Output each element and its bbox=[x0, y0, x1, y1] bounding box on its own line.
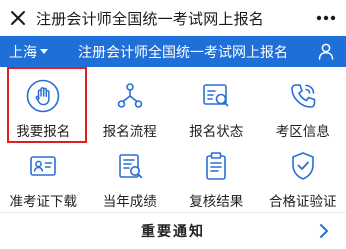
phone-icon bbox=[285, 78, 321, 113]
id-card-icon bbox=[25, 148, 61, 183]
scores-icon bbox=[112, 148, 148, 183]
menu-item-process[interactable]: 报名流程 bbox=[87, 70, 174, 140]
menu-item-label: 报名流程 bbox=[102, 124, 157, 140]
location-label: 上海 bbox=[9, 44, 37, 61]
menu-item-label: 我要报名 bbox=[16, 124, 71, 140]
page-header: 上海 注册会计师全国统一考试网上报名 bbox=[0, 36, 346, 67]
location-selector[interactable]: 上海 bbox=[0, 42, 66, 62]
shield-check-icon bbox=[285, 148, 321, 183]
close-icon bbox=[11, 11, 25, 25]
service-menu: 我要报名 报名流程 报名状态 考区信息 准考证下载 当年成绩 复核结果 合格证验… bbox=[0, 67, 346, 210]
caret-down-icon bbox=[40, 49, 48, 54]
more-button[interactable] bbox=[306, 0, 346, 36]
notice-header[interactable]: 重要通知 bbox=[0, 213, 346, 249]
user-icon bbox=[318, 43, 334, 60]
menu-item-scores[interactable]: 当年成绩 bbox=[87, 140, 174, 210]
user-button[interactable] bbox=[306, 36, 346, 67]
window-title: 注册会计师全国统一考试网上报名 bbox=[36, 9, 265, 28]
clipboard-icon bbox=[198, 148, 234, 183]
menu-item-label: 报名状态 bbox=[189, 124, 244, 140]
hand-icon bbox=[25, 78, 61, 113]
more-icon bbox=[316, 15, 336, 21]
menu-item-area-info[interactable]: 考区信息 bbox=[260, 70, 346, 140]
close-button[interactable] bbox=[0, 0, 36, 36]
menu-item-label: 当年成绩 bbox=[102, 194, 157, 210]
notice-title: 重要通知 bbox=[141, 224, 205, 240]
menu-item-label: 准考证下载 bbox=[9, 194, 78, 210]
menu-item-label: 考区信息 bbox=[275, 124, 330, 140]
header-title: 注册会计师全国统一考试网上报名 bbox=[78, 44, 288, 61]
menu-item-certificate-verify[interactable]: 合格证验证 bbox=[260, 140, 346, 210]
status-card-icon bbox=[198, 78, 234, 113]
menu-item-label: 复核结果 bbox=[189, 194, 244, 210]
menu-item-status[interactable]: 报名状态 bbox=[173, 70, 260, 140]
menu-item-apply[interactable]: 我要报名 bbox=[0, 67, 87, 143]
app-titlebar: 注册会计师全国统一考试网上报名 bbox=[0, 0, 346, 36]
menu-item-admission-ticket[interactable]: 准考证下载 bbox=[0, 140, 87, 210]
chevron-right-icon bbox=[316, 221, 332, 241]
menu-item-review-results[interactable]: 复核结果 bbox=[173, 140, 260, 210]
flow-icon bbox=[112, 78, 148, 113]
menu-item-label: 合格证验证 bbox=[269, 194, 337, 210]
